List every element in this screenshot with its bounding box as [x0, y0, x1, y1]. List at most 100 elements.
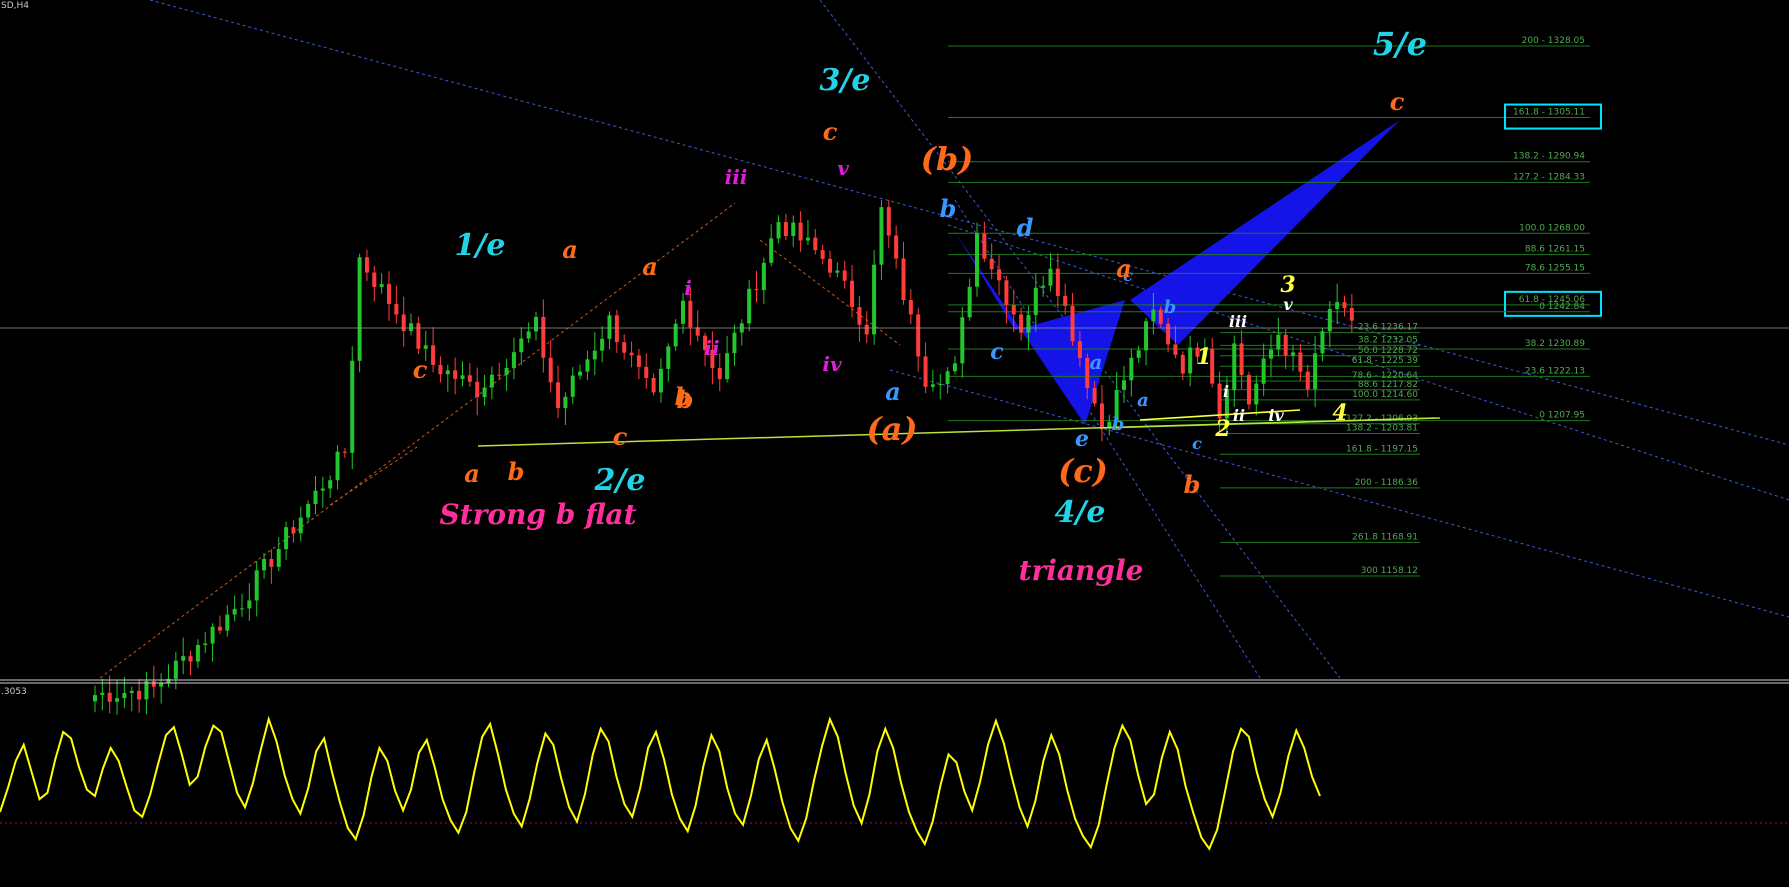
candle-body [1077, 341, 1082, 358]
candle-body [107, 692, 112, 702]
candle-body [284, 527, 289, 550]
candle-body [460, 375, 465, 379]
candle-body [306, 503, 311, 518]
candle-body [828, 258, 832, 273]
fib-extension-label: 88.6 1217.82 [1358, 380, 1418, 390]
fib-level-label: 88.6 1261.15 [1525, 245, 1585, 255]
candle-body [1246, 374, 1251, 405]
wave-label: c [613, 422, 628, 451]
candle-body [975, 233, 979, 287]
candle-body [570, 375, 575, 397]
candle-body [1217, 383, 1222, 419]
candle-body [791, 222, 796, 237]
candle-body [585, 359, 590, 372]
candle-body [908, 300, 913, 315]
candle-body [850, 280, 855, 308]
fib-extension-label: 138.2 - 1203.81 [1346, 423, 1418, 433]
candle-body [431, 345, 436, 365]
candle-body [607, 315, 612, 339]
candle-body [960, 317, 965, 364]
fib-extension-label: 200 - 1186.36 [1355, 478, 1419, 488]
candle-body [320, 488, 325, 491]
candle-body [181, 656, 186, 661]
candle-body [262, 558, 267, 571]
fib-level-label: 0 1207.95 [1539, 411, 1585, 421]
candle-body [217, 626, 222, 631]
candle-body [269, 558, 274, 567]
wave-label: 4/e [1055, 495, 1106, 530]
wave-label: a [1137, 390, 1149, 411]
candle-body [1239, 343, 1244, 375]
fib-extension-label: 50.0 1228.72 [1358, 346, 1418, 356]
candle-body [614, 315, 619, 343]
candle-body [1004, 280, 1009, 306]
candle-body [864, 324, 869, 335]
oscillator-value-label: .3053 [1, 687, 27, 697]
fib-extension-label: 261.8 1168.91 [1352, 532, 1418, 542]
wave-label: (c) [1058, 452, 1108, 490]
wave-label: v [837, 156, 849, 180]
candle-body [717, 368, 722, 380]
candle-body [247, 600, 252, 609]
wave-label: iii [725, 165, 748, 189]
wave-label: 2 [1214, 416, 1230, 442]
fib-level-label: 38.2 1230.89 [1525, 339, 1585, 349]
candle-body [754, 288, 759, 291]
fib-level-label: 138.2 - 1290.94 [1513, 152, 1585, 162]
trading-chart[interactable]: 200 - 1328.05 161.8 - 1305.11 138.2 - 1290… [0, 0, 1789, 883]
wave-label: i [1223, 382, 1229, 401]
wave-label: b [677, 385, 694, 414]
candle-body [938, 384, 943, 386]
price-chart-svg[interactable]: 200 - 1328.05 161.8 - 1305.11 138.2 - 1290… [0, 0, 1789, 883]
candle-body [813, 237, 818, 251]
candle-body [563, 396, 568, 409]
candle-body [644, 366, 649, 378]
candle-body [982, 233, 987, 259]
candle-body [872, 264, 877, 335]
candle-body [930, 384, 935, 387]
fib-level-label: 127.2 - 1284.33 [1513, 172, 1585, 182]
candle-body [1011, 305, 1016, 315]
candle-body [1188, 347, 1193, 374]
candle-body [475, 381, 480, 398]
candle-body [769, 238, 774, 263]
candle-body [1173, 344, 1178, 355]
candle-body [519, 338, 524, 353]
wave-label: v [1283, 295, 1293, 314]
candle-body [798, 222, 803, 241]
candle-body [666, 346, 671, 369]
fib-level-label: 0 1242.84 [1539, 302, 1585, 312]
candle-body [115, 698, 120, 702]
candle-body [600, 338, 605, 351]
candle-body [857, 307, 862, 325]
wave-label: (a) [866, 410, 917, 448]
wave-label: 1/e [455, 228, 506, 263]
wave-label: 5/e [1373, 25, 1427, 63]
fib-extension-label: 100.0 1214.60 [1352, 390, 1418, 400]
wave-label: ii [1233, 406, 1245, 425]
candle-body [820, 250, 825, 259]
wave-label: a [642, 252, 658, 281]
candle-body [556, 382, 561, 409]
wave-label: b [1184, 470, 1201, 499]
candle-body [159, 683, 164, 687]
wave-label: c [1192, 434, 1202, 453]
wave-label: ii [704, 336, 719, 360]
fib-extension-label: 300 1158.12 [1361, 566, 1418, 576]
candle-body [1158, 309, 1163, 324]
candle-body [1033, 287, 1038, 315]
wave-label: c [990, 339, 1004, 365]
candle-body [923, 356, 928, 387]
candle-body [401, 314, 406, 332]
candle-body [1019, 314, 1024, 333]
candle-body [1291, 352, 1296, 356]
wave-label: triangle [1019, 554, 1144, 587]
wave-label: 4 [1332, 400, 1347, 426]
candle-body [636, 355, 641, 367]
candle-body [416, 323, 421, 349]
candle-body [313, 490, 318, 504]
candle-body [1092, 387, 1097, 404]
candle-body [100, 692, 105, 696]
wave-label: 1 [1196, 344, 1211, 370]
candle-body [783, 222, 788, 237]
